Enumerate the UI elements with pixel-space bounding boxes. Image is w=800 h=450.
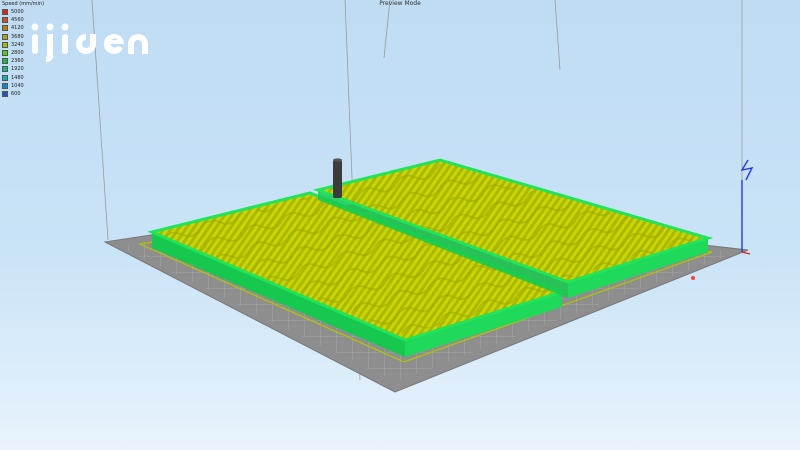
legend-swatch (2, 66, 8, 73)
ijigen-logo (31, 23, 148, 62)
legend-swatch (2, 74, 8, 81)
3d-preview-viewport[interactable]: Preview Mode Speed (mm/min) 5000 4560 4120… (0, 0, 800, 450)
legend-label: 4560 (11, 17, 24, 24)
legend-swatch (2, 50, 8, 57)
legend-swatch (2, 9, 8, 16)
legend-label: 1480 (11, 74, 24, 81)
legend-label: 1920 (11, 66, 24, 73)
legend-row: 5000 (2, 8, 44, 16)
legend-row: 1480 (2, 74, 44, 82)
view-title: Preview Mode (379, 0, 421, 7)
legend-swatch (2, 41, 8, 48)
legend-swatch (2, 33, 8, 40)
legend-label: 2360 (11, 58, 24, 65)
print-preview-scene (91, 0, 754, 393)
legend-swatch (2, 82, 8, 89)
legend-swatch (2, 90, 8, 97)
legend-title: Speed (mm/min) (2, 1, 45, 7)
nozzle (333, 160, 342, 198)
legend-swatch (2, 25, 8, 32)
legend-label: 4120 (11, 25, 24, 32)
legend-row: 1920 (2, 65, 44, 73)
legend-label: 600 (11, 90, 21, 97)
legend-row: 1040 (2, 82, 44, 90)
legend-label: 3240 (11, 41, 24, 48)
legend-label: 2800 (11, 50, 24, 57)
legend-swatch (2, 58, 8, 65)
legend-row: 600 (2, 90, 44, 98)
legend-label: 3680 (11, 33, 24, 40)
legend-swatch (2, 17, 8, 24)
legend-label: 1040 (11, 82, 24, 89)
legend-label: 5000 (11, 9, 24, 16)
